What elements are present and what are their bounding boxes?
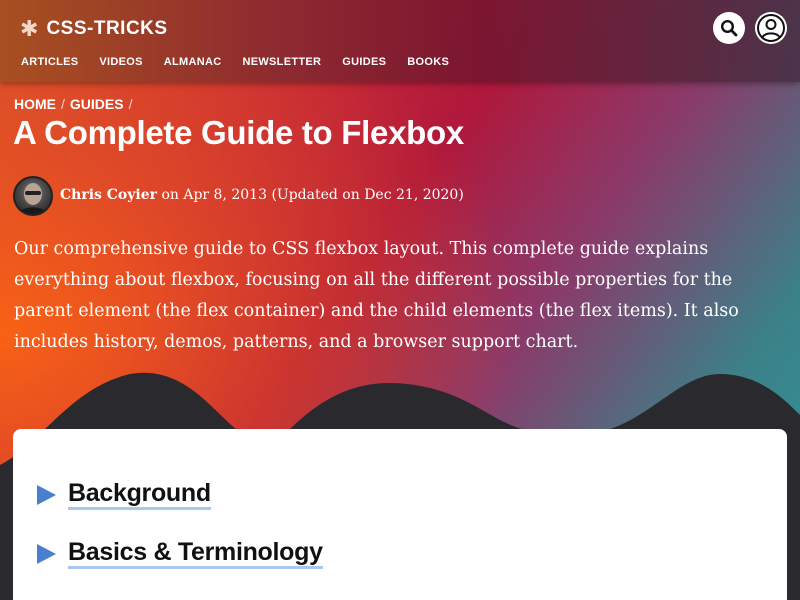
byline: Chris Coyier on Apr 8, 2013 (Updated on … (60, 187, 464, 203)
nav-item-books[interactable]: BOOKS (407, 56, 449, 68)
page-title: A Complete Guide to Flexbox (13, 114, 464, 151)
toc-item-label: Background (68, 479, 211, 510)
toc-item-basics[interactable]: Basics & Terminology (37, 538, 323, 569)
main-nav: ARTICLES VIDEOS ALMANAC NEWSLETTER GUIDE… (21, 56, 449, 68)
article-intro: Our comprehensive guide to CSS flexbox l… (14, 239, 739, 352)
toc-item-background[interactable]: Background (37, 479, 211, 510)
triangle-right-icon (37, 484, 56, 505)
account-button[interactable] (755, 12, 787, 44)
nav-item-videos[interactable]: VIDEOS (99, 56, 142, 68)
toc-item-label: Basics & Terminology (68, 538, 323, 569)
breadcrumb-separator: / (128, 96, 133, 112)
search-button[interactable] (713, 12, 745, 44)
nav-item-almanac[interactable]: ALMANAC (164, 56, 222, 68)
toc-card: Background Basics & Terminology (13, 429, 787, 600)
breadcrumb-home[interactable]: HOME (14, 96, 56, 112)
breadcrumb-separator: / (61, 96, 65, 112)
nav-item-guides[interactable]: GUIDES (342, 56, 386, 68)
breadcrumb: HOME / GUIDES / (14, 96, 132, 112)
breadcrumb-guides[interactable]: GUIDES (70, 96, 124, 112)
site-logo[interactable]: ✱ CSS-TRICKS (20, 16, 168, 42)
triangle-right-icon (37, 543, 56, 564)
nav-item-articles[interactable]: ARTICLES (21, 56, 78, 68)
author-avatar[interactable] (13, 176, 53, 216)
author-photo-icon (19, 183, 47, 214)
logo-text: CSS-TRICKS (46, 18, 168, 39)
nav-item-newsletter[interactable]: NEWSLETTER (242, 56, 321, 68)
asterisk-logo-icon: ✱ (20, 16, 39, 41)
user-icon (757, 14, 785, 42)
publish-date: on Apr 8, 2013 (Updated on Dec 21, 2020) (157, 187, 464, 203)
author-link[interactable]: Chris Coyier (60, 187, 157, 203)
search-icon (720, 19, 738, 37)
